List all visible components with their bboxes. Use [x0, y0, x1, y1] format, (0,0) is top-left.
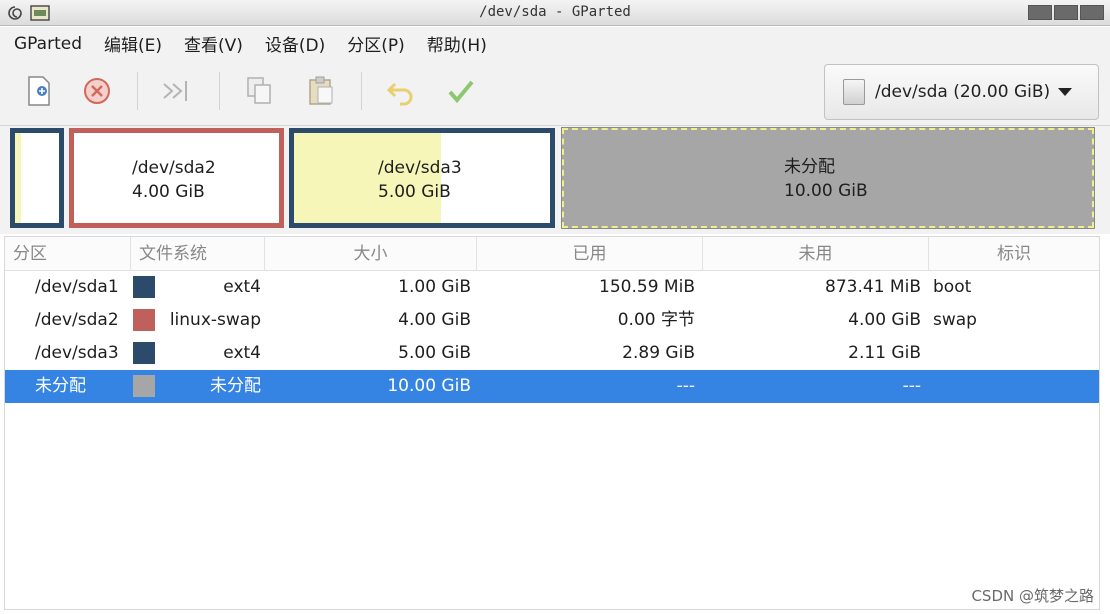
menu-device[interactable]: 设备(D) — [265, 31, 325, 56]
partition-block-sda1[interactable] — [10, 128, 64, 228]
used-space-fill — [15, 133, 21, 223]
filesystem-color-swatch — [133, 309, 155, 331]
table-row[interactable]: /dev/sda2 linux-swap 4.00 GiB 0.00 字节 4.… — [5, 304, 1099, 337]
size-cell: 5.00 GiB — [398, 343, 471, 363]
menu-help[interactable]: 帮助(H) — [427, 31, 487, 56]
undo-icon[interactable] — [384, 74, 418, 108]
table-row-selected[interactable]: 未分配 未分配 10.00 GiB --- --- — [5, 370, 1099, 403]
delete-icon[interactable] — [80, 74, 114, 108]
resize-move-icon[interactable] — [160, 74, 194, 108]
column-header-size[interactable]: 大小 — [265, 237, 477, 271]
unused-cell: --- — [902, 376, 921, 396]
unused-cell: 4.00 GiB — [848, 310, 921, 330]
new-partition-icon[interactable] — [22, 74, 56, 108]
partition-cell: /dev/sda3 — [35, 343, 119, 363]
flags-cell: swap — [933, 310, 977, 330]
column-header-flags[interactable]: 标识 — [929, 237, 1099, 271]
filesystem-color-swatch — [133, 375, 155, 397]
menu-view[interactable]: 查看(V) — [184, 31, 243, 56]
device-label: /dev/sda (20.00 GiB) — [875, 82, 1051, 102]
partition-block-size: 10.00 GiB — [784, 181, 868, 201]
filesystem-cell: 未分配 — [210, 376, 261, 396]
menu-edit[interactable]: 编辑(E) — [104, 31, 162, 56]
menu-bar: GParted 编辑(E) 查看(V) 设备(D) 分区(P) 帮助(H) — [0, 27, 1110, 60]
unused-cell: 2.11 GiB — [848, 343, 921, 363]
flags-cell: boot — [933, 277, 972, 297]
used-cell: 150.59 MiB — [599, 277, 695, 297]
paste-icon[interactable] — [304, 74, 338, 108]
used-cell: 0.00 字节 — [617, 310, 695, 330]
copy-icon[interactable] — [242, 74, 276, 108]
toolbar-separator — [219, 72, 220, 110]
title-bar: /dev/sda - GParted — [0, 0, 1110, 26]
partition-cell: /dev/sda1 — [35, 277, 119, 297]
toolbar: /dev/sda (20.00 GiB) — [0, 60, 1110, 126]
size-cell: 1.00 GiB — [398, 277, 471, 297]
used-cell: 2.89 GiB — [622, 343, 695, 363]
partition-block-sda2[interactable]: /dev/sda2 4.00 GiB — [69, 128, 284, 228]
close-button[interactable] — [1080, 5, 1104, 20]
filesystem-cell: linux-swap — [169, 310, 261, 330]
partition-block-size: 5.00 GiB — [378, 182, 451, 202]
filesystem-cell: ext4 — [223, 277, 261, 297]
column-header-partition[interactable]: 分区 — [5, 237, 131, 271]
partition-table: 分区 文件系统 大小 已用 未用 标识 /dev/sda1 ext4 1.00 … — [4, 236, 1100, 610]
filesystem-cell: ext4 — [223, 343, 261, 363]
partition-cell: /dev/sda2 — [35, 310, 119, 330]
used-cell: --- — [676, 376, 695, 396]
partition-block-name: /dev/sda3 — [378, 158, 462, 178]
toolbar-separator — [137, 72, 138, 110]
window-controls — [1028, 5, 1104, 20]
unused-cell: 873.41 MiB — [825, 277, 921, 297]
column-header-used[interactable]: 已用 — [477, 237, 703, 271]
maximize-button[interactable] — [1054, 5, 1078, 20]
chevron-down-icon — [1058, 88, 1073, 96]
table-row[interactable]: /dev/sda1 ext4 1.00 GiB 150.59 MiB 873.4… — [5, 271, 1099, 304]
partition-cell: 未分配 — [35, 376, 86, 396]
partition-map: /dev/sda2 4.00 GiB /dev/sda3 5.00 GiB 未分… — [0, 126, 1110, 234]
partition-block-size: 4.00 GiB — [132, 182, 205, 202]
partition-block-name: 未分配 — [784, 157, 835, 177]
partition-block-unallocated[interactable]: 未分配 10.00 GiB — [561, 127, 1095, 229]
watermark: CSDN @筑梦之路 — [971, 587, 1094, 605]
partition-block-name: /dev/sda2 — [132, 158, 216, 178]
window-title: /dev/sda - GParted — [479, 4, 631, 20]
size-cell: 4.00 GiB — [398, 310, 471, 330]
menu-partition[interactable]: 分区(P) — [347, 31, 405, 56]
table-row[interactable]: /dev/sda3 ext4 5.00 GiB 2.89 GiB 2.11 Gi… — [5, 337, 1099, 370]
toolbar-separator — [361, 72, 362, 110]
filesystem-color-swatch — [133, 276, 155, 298]
filesystem-color-swatch — [133, 342, 155, 364]
apply-icon[interactable] — [444, 74, 478, 108]
partition-block-sda3[interactable]: /dev/sda3 5.00 GiB — [289, 128, 555, 228]
menu-gparted[interactable]: GParted — [14, 34, 82, 54]
size-cell: 10.00 GiB — [387, 376, 471, 396]
hard-disk-icon — [843, 79, 865, 105]
device-selector[interactable]: /dev/sda (20.00 GiB) — [824, 64, 1099, 120]
table-header: 分区 文件系统 大小 已用 未用 标识 — [5, 237, 1099, 271]
column-header-unused[interactable]: 未用 — [703, 237, 929, 271]
minimize-button[interactable] — [1028, 5, 1052, 20]
column-header-filesystem[interactable]: 文件系统 — [131, 237, 265, 271]
